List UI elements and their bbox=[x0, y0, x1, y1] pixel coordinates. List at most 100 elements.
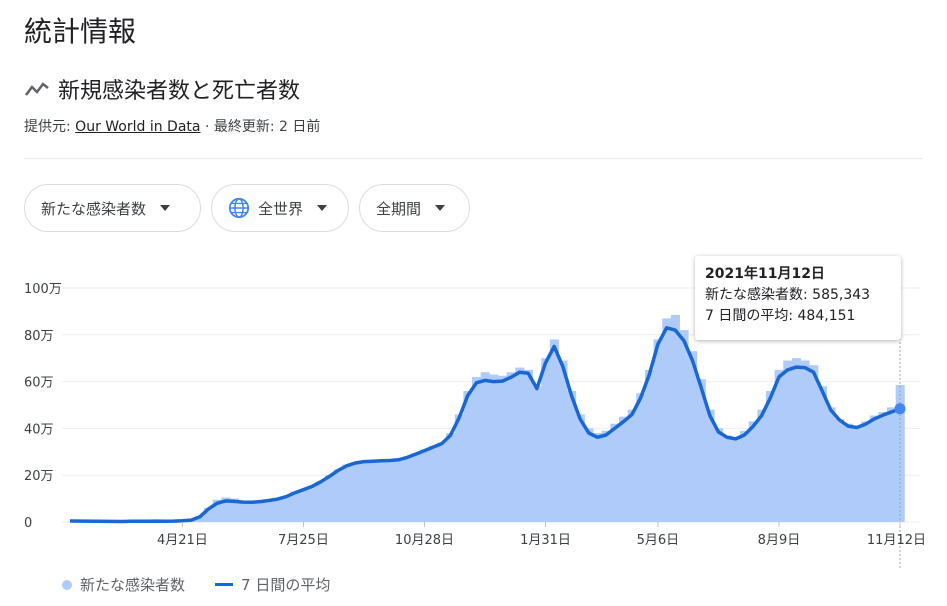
bar bbox=[541, 358, 551, 522]
bar bbox=[627, 409, 637, 522]
y-tick-label: 80万 bbox=[24, 329, 54, 344]
bar bbox=[852, 426, 862, 522]
caret-down-icon bbox=[160, 205, 171, 211]
bar bbox=[359, 461, 369, 522]
bar bbox=[264, 499, 274, 522]
chart-heading: 新規感染者数と死亡者数 bbox=[58, 79, 301, 104]
chart-heading-row: 新規感染者数と死亡者数 bbox=[24, 73, 300, 105]
source-info: 提供元: Our World in Data · 最終更新: 2 日前 bbox=[24, 116, 320, 136]
bar bbox=[757, 409, 767, 522]
globe-icon bbox=[228, 197, 250, 219]
bar bbox=[878, 412, 888, 522]
bar bbox=[497, 375, 508, 522]
source-link[interactable]: Our World in Data bbox=[75, 119, 200, 135]
bar bbox=[247, 502, 257, 522]
region-dropdown-label: 全世界 bbox=[258, 199, 304, 218]
bar bbox=[290, 491, 300, 522]
bar bbox=[515, 367, 525, 522]
x-tick-label: 7月25日 bbox=[278, 533, 329, 548]
bar bbox=[765, 390, 776, 522]
bar bbox=[774, 369, 784, 522]
caret-down-icon bbox=[435, 205, 446, 211]
bar bbox=[705, 409, 715, 522]
bar bbox=[593, 433, 603, 522]
bar bbox=[843, 423, 853, 522]
hover-point bbox=[894, 403, 906, 415]
bar bbox=[835, 419, 845, 522]
bar bbox=[463, 390, 473, 522]
bar bbox=[281, 496, 291, 522]
region-dropdown[interactable]: 全世界 bbox=[211, 184, 349, 232]
bar bbox=[662, 318, 672, 522]
bar bbox=[567, 390, 577, 522]
tooltip-average: 7 日間の平均: 484,151 bbox=[705, 308, 856, 324]
bar bbox=[740, 430, 750, 522]
y-tick-label: 40万 bbox=[24, 422, 54, 437]
bar bbox=[809, 365, 819, 522]
bar bbox=[532, 386, 542, 522]
bar bbox=[446, 433, 456, 522]
metric-dropdown[interactable]: 新たな感染者数 bbox=[24, 184, 201, 232]
trending-line-icon bbox=[25, 82, 49, 96]
tooltip-cases: 新たな感染者数: 585,343 bbox=[705, 287, 871, 303]
chart-legend: 新たな感染者数 7 日間の平均 bbox=[62, 574, 330, 595]
y-tick-label: 60万 bbox=[24, 376, 54, 391]
bar bbox=[402, 456, 412, 522]
bar bbox=[342, 464, 352, 522]
page-title: 統計情報 bbox=[24, 15, 137, 48]
bar bbox=[783, 360, 793, 522]
bar bbox=[731, 437, 741, 522]
bar bbox=[610, 423, 620, 522]
bar bbox=[385, 459, 395, 522]
bar bbox=[523, 369, 533, 522]
tooltip-date: 2021年11月12日 bbox=[705, 266, 825, 282]
bar bbox=[489, 374, 499, 522]
period-dropdown[interactable]: 全期間 bbox=[359, 184, 470, 232]
bar bbox=[670, 314, 680, 522]
legend-average-label: 7 日間の平均 bbox=[241, 576, 331, 594]
bar bbox=[679, 330, 689, 522]
chart-tooltip: 2021年11月12日 新たな感染者数: 585,343 7 日間の平均: 48… bbox=[695, 256, 901, 340]
bar bbox=[238, 500, 248, 522]
y-tick-label: 100万 bbox=[24, 282, 62, 297]
x-tick-label: 1月31日 bbox=[520, 533, 571, 548]
period-dropdown-label: 全期間 bbox=[376, 199, 422, 218]
bar bbox=[316, 481, 326, 522]
bar bbox=[506, 372, 516, 522]
x-tick-label: 5月6日 bbox=[637, 533, 680, 548]
bar bbox=[255, 500, 265, 522]
bar bbox=[584, 428, 594, 522]
bar bbox=[420, 449, 430, 522]
bar bbox=[368, 459, 378, 522]
bar bbox=[714, 428, 724, 522]
bar bbox=[307, 485, 317, 522]
bar bbox=[333, 469, 343, 522]
bar bbox=[575, 414, 585, 522]
bar bbox=[411, 452, 421, 522]
bar bbox=[480, 372, 490, 522]
bar bbox=[800, 360, 810, 522]
bar bbox=[299, 489, 309, 522]
bar bbox=[636, 393, 646, 522]
bar bbox=[437, 442, 447, 522]
bar bbox=[722, 435, 732, 522]
legend-cases-marker bbox=[62, 579, 72, 590]
y-tick-label: 20万 bbox=[24, 469, 54, 484]
bar bbox=[826, 407, 836, 522]
bar bbox=[428, 445, 438, 522]
bar bbox=[549, 339, 559, 522]
metric-dropdown-label: 新たな感染者数 bbox=[41, 199, 147, 218]
bar bbox=[350, 462, 361, 522]
bar bbox=[869, 415, 879, 522]
legend-average-marker bbox=[215, 583, 234, 586]
bar bbox=[558, 360, 568, 522]
bar bbox=[653, 339, 663, 522]
source-label: 提供元: bbox=[24, 119, 71, 135]
bar bbox=[601, 430, 611, 522]
divider bbox=[24, 158, 923, 159]
last-updated-text: · 最終更新: 2 日前 bbox=[204, 119, 321, 135]
bar bbox=[619, 416, 629, 522]
bar bbox=[688, 351, 698, 522]
bar bbox=[325, 475, 335, 522]
bar bbox=[861, 421, 871, 522]
